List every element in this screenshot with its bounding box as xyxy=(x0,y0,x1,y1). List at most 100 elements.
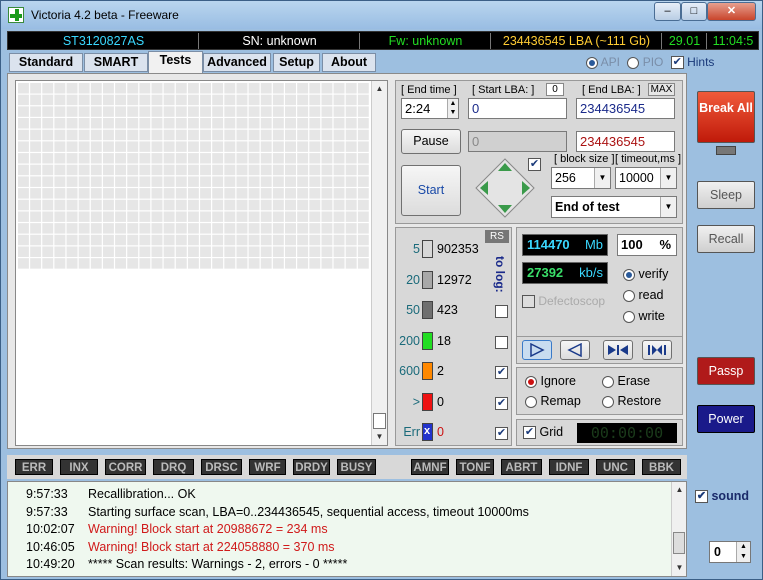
sound-checkbox[interactable]: ✔ xyxy=(695,490,708,504)
pause-button[interactable]: Pause xyxy=(401,129,461,154)
stat-log-checkbox[interactable] xyxy=(495,335,508,349)
minimize-button[interactable]: – xyxy=(654,2,681,21)
surface-block xyxy=(272,94,284,106)
start-lba-input[interactable]: 0 xyxy=(468,98,567,119)
log-scrollbar[interactable]: ▲ ▼ xyxy=(671,482,686,576)
surface-block xyxy=(18,199,29,211)
end-action-select[interactable]: End of test ▼ xyxy=(551,196,677,218)
verify-radio[interactable] xyxy=(623,268,635,281)
erase-radio[interactable] xyxy=(602,375,614,388)
break-all-button[interactable]: Break All xyxy=(697,91,755,143)
remap-option[interactable]: Remap xyxy=(525,394,581,408)
surface-block xyxy=(163,118,175,129)
power-button[interactable]: Power xyxy=(697,405,755,433)
end-lba-max-button[interactable]: MAX xyxy=(648,83,675,96)
surface-block xyxy=(212,211,224,222)
stat-log-checkbox[interactable]: ✔ xyxy=(495,396,508,410)
grid-option[interactable]: ✔ Grid xyxy=(523,425,563,440)
surface-block xyxy=(127,164,139,176)
surface-block xyxy=(357,129,369,141)
play-backward-button[interactable] xyxy=(560,340,590,360)
restore-option[interactable]: Restore xyxy=(602,394,661,408)
passp-button[interactable]: Passp xyxy=(697,357,755,385)
verify-option[interactable]: verify xyxy=(623,264,668,285)
direction-checkbox[interactable]: ✔ xyxy=(528,158,541,171)
percent-display: 100% xyxy=(617,234,677,256)
ignore-radio[interactable] xyxy=(525,375,537,388)
write-option[interactable]: write xyxy=(623,306,668,327)
surface-block xyxy=(30,223,42,234)
surface-block xyxy=(66,188,78,199)
sound-option[interactable]: ✔ sound xyxy=(695,489,749,504)
tab-tests[interactable]: Tests xyxy=(148,51,203,73)
remap-radio[interactable] xyxy=(525,395,537,408)
surface-scrollbar[interactable]: ▲ ▼ xyxy=(371,81,387,445)
end-jump-button[interactable] xyxy=(642,340,672,360)
tab-advanced[interactable]: Advanced xyxy=(203,53,271,72)
end-time-spinner-icon[interactable]: ▲ ▼ xyxy=(447,99,458,118)
pio-radio[interactable] xyxy=(627,56,640,69)
scroll-down-icon[interactable]: ▼ xyxy=(372,429,387,445)
defectoscope-option[interactable]: Defectoscop xyxy=(522,294,605,309)
maximize-button[interactable]: □ xyxy=(681,2,707,21)
tab-smart[interactable]: SMART xyxy=(84,53,148,72)
spin-input[interactable]: 0 ▲ ▼ xyxy=(709,541,751,563)
surface-block xyxy=(285,258,296,269)
restore-radio[interactable] xyxy=(602,395,614,408)
log-scroll-thumb[interactable] xyxy=(673,532,685,554)
end-lba-input[interactable]: 234436545 xyxy=(576,98,675,119)
surface-block xyxy=(175,118,187,129)
end-lba-label: [ End LBA: ] xyxy=(582,84,641,96)
surface-block xyxy=(78,164,90,176)
surface-block xyxy=(163,164,175,176)
surface-block xyxy=(30,246,42,257)
scroll-thumb[interactable] xyxy=(373,413,386,429)
tab-standard[interactable]: Standard xyxy=(9,53,83,72)
surface-block xyxy=(345,118,357,129)
speed-display: 27392 kb/s xyxy=(522,262,608,284)
surface-block xyxy=(212,199,224,211)
stat-log-checkbox[interactable]: ✔ xyxy=(495,427,508,440)
stat-log-checkbox[interactable] xyxy=(495,305,508,318)
timeout-select[interactable]: 10000 ▼ xyxy=(615,167,677,189)
surface-block xyxy=(236,246,248,257)
surface-block xyxy=(115,141,127,152)
surface-block xyxy=(18,106,29,117)
stat-log-checkbox[interactable]: ✔ xyxy=(495,366,508,379)
defectoscope-checkbox[interactable] xyxy=(522,295,535,309)
tab-about[interactable]: About xyxy=(322,53,376,72)
close-button[interactable]: ✕ xyxy=(707,2,756,21)
read-option[interactable]: read xyxy=(623,285,668,306)
hints-checkbox[interactable]: ✔ xyxy=(670,56,684,70)
surface-block xyxy=(285,106,296,117)
grid-checkbox[interactable]: ✔ xyxy=(523,426,536,440)
log-message: Starting surface scan, LBA=0..234436545,… xyxy=(88,504,529,519)
stat-threshold: Err xyxy=(403,425,420,439)
surface-block xyxy=(175,234,187,246)
scroll-up-icon[interactable]: ▲ xyxy=(372,81,387,97)
scroll-down-icon[interactable]: ▼ xyxy=(672,560,687,576)
erase-option[interactable]: Erase xyxy=(602,374,650,388)
surface-block xyxy=(187,176,199,187)
surface-block xyxy=(248,176,260,187)
play-forward-button[interactable] xyxy=(522,340,552,360)
surface-block xyxy=(187,188,199,199)
log-panel: 9:57:33 Recallibration... OK 9:57:33 Starti… xyxy=(7,481,687,577)
surface-block xyxy=(309,129,321,141)
read-radio[interactable] xyxy=(623,289,635,302)
surface-block xyxy=(90,246,102,257)
scroll-up-icon[interactable]: ▲ xyxy=(672,482,687,498)
block-size-select[interactable]: 256 ▼ xyxy=(551,167,611,189)
write-radio[interactable] xyxy=(623,310,635,323)
sleep-button[interactable]: Sleep xyxy=(697,181,755,209)
tab-setup[interactable]: Setup xyxy=(273,53,320,72)
direction-pad[interactable] xyxy=(474,157,536,219)
skip-button[interactable] xyxy=(603,340,633,360)
start-lba-zero-button[interactable]: 0 xyxy=(546,83,564,96)
spinner-icon[interactable]: ▲ ▼ xyxy=(736,542,750,562)
api-radio[interactable] xyxy=(586,56,598,69)
start-button[interactable]: Start xyxy=(401,165,461,216)
recall-button[interactable]: Recall xyxy=(697,225,755,253)
tab-bar: Standard SMART Tests Advanced Setup Abou… xyxy=(7,51,687,73)
ignore-option[interactable]: Ignore xyxy=(525,374,576,388)
